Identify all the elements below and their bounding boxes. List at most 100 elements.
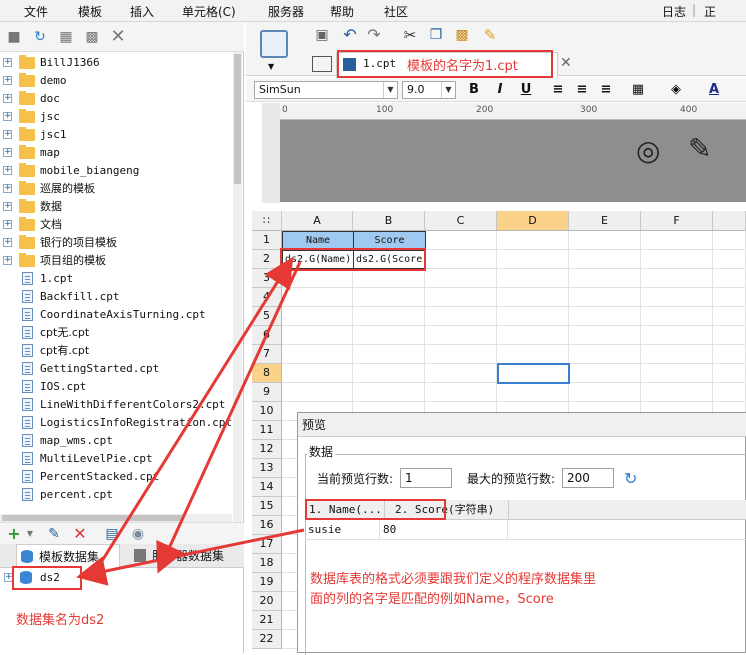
tree-folder[interactable]: + map (0, 144, 232, 162)
tab-server-dataset[interactable]: 服务器数据集 (130, 544, 244, 568)
row-header-9[interactable]: 9 (252, 383, 282, 402)
grid-cell[interactable] (425, 288, 497, 307)
column-header-next[interactable] (713, 211, 746, 231)
tree-file[interactable]: cpt有.cpt (0, 342, 232, 360)
column-header-d[interactable]: D (497, 211, 569, 231)
grid-cell[interactable] (497, 269, 569, 288)
preview-design-icon[interactable] (260, 30, 288, 58)
tree-file[interactable]: cpt无.cpt (0, 324, 232, 342)
row-header-19[interactable]: 19 (252, 573, 282, 592)
copy-icon[interactable]: ❐ (428, 27, 444, 43)
preview-icon[interactable]: ▤ (104, 526, 120, 542)
grid-cell[interactable] (282, 345, 353, 364)
expand-icon[interactable]: + (3, 166, 12, 175)
row-header-12[interactable]: 12 (252, 440, 282, 459)
grid-cell[interactable] (713, 288, 746, 307)
tree-folder[interactable]: + 巡展的模板 (0, 180, 232, 198)
paste-icon[interactable]: ▩ (454, 27, 470, 43)
row-header-6[interactable]: 6 (252, 326, 282, 345)
tree-file[interactable]: LogisticsInfoRegistration.cpt (0, 414, 232, 432)
tree-folder[interactable]: + 项目组的模板 (0, 252, 232, 270)
grid-cell[interactable] (641, 269, 713, 288)
grid-cell[interactable] (282, 364, 353, 383)
font-color-icon[interactable]: A (706, 82, 722, 97)
grid-cell[interactable] (425, 307, 497, 326)
grid-cell[interactable] (282, 288, 353, 307)
column-header-e[interactable]: E (569, 211, 641, 231)
grid-cell[interactable] (569, 269, 641, 288)
row-header-16[interactable]: 16 (252, 516, 282, 535)
grid-cell[interactable] (353, 383, 425, 402)
border-icon[interactable]: ▦ (630, 82, 646, 97)
refresh-icon[interactable]: ↻ (624, 469, 637, 488)
grid-cell[interactable] (569, 307, 641, 326)
align-right-icon[interactable]: ≡ (598, 82, 614, 97)
grid-cell[interactable] (497, 288, 569, 307)
grid-cell[interactable] (425, 250, 497, 269)
menu-community[interactable]: 社区 (384, 3, 408, 20)
grid-cell[interactable] (425, 326, 497, 345)
expand-icon[interactable]: + (3, 130, 12, 139)
grid-cell[interactable] (569, 231, 641, 250)
delete-icon[interactable]: ✕ (72, 526, 88, 542)
tree-folder[interactable]: + 银行的项目模板 (0, 234, 232, 252)
expand-icon[interactable]: + (3, 112, 12, 121)
tree-file[interactable]: MultiLevelPie.cpt (0, 450, 232, 468)
redo-icon[interactable]: ↷ (366, 27, 382, 43)
tree-horizontal-scrollbar[interactable] (0, 514, 232, 522)
grid-cell[interactable] (641, 231, 713, 250)
grid-cell[interactable] (641, 383, 713, 402)
max-rows-input[interactable]: 200 (562, 468, 614, 488)
grid-cell[interactable] (569, 383, 641, 402)
tree-folder[interactable]: + doc (0, 90, 232, 108)
row-header-15[interactable]: 15 (252, 497, 282, 516)
tree-file[interactable]: GettingStarted.cpt (0, 360, 232, 378)
grid-cell[interactable] (353, 269, 425, 288)
grid-icon[interactable] (312, 56, 332, 72)
row-header-7[interactable]: 7 (252, 345, 282, 364)
close-tab-icon[interactable]: ✕ (560, 55, 572, 71)
row-header-8[interactable]: 8 (252, 364, 282, 383)
grid-cell[interactable] (713, 231, 746, 250)
row-header-2[interactable]: 2 (252, 250, 282, 269)
grid-cell[interactable] (713, 307, 746, 326)
expand-icon[interactable]: + (3, 238, 12, 247)
grid-cell[interactable] (641, 307, 713, 326)
expand-icon[interactable]: + (3, 58, 12, 67)
menu-cell[interactable]: 单元格(C) (182, 3, 236, 20)
grid-cell[interactable] (641, 250, 713, 269)
row-header-18[interactable]: 18 (252, 554, 282, 573)
row-header-13[interactable]: 13 (252, 459, 282, 478)
menu-template[interactable]: 模板 (78, 3, 102, 20)
hide-icon[interactable]: ◎ (636, 134, 660, 167)
menu-help[interactable]: 帮助 (330, 3, 354, 20)
align-center-icon[interactable]: ≡ (574, 82, 590, 97)
column-header-b[interactable]: B (353, 211, 425, 231)
grid-cell[interactable] (497, 383, 569, 402)
grid-cell[interactable] (641, 364, 713, 383)
italic-button[interactable]: I (492, 82, 508, 97)
tree-file[interactable]: Backfill.cpt (0, 288, 232, 306)
grid-cell[interactable] (353, 288, 425, 307)
bold-button[interactable]: B (466, 82, 482, 97)
grid-cell[interactable] (497, 326, 569, 345)
grid-cell[interactable] (713, 326, 746, 345)
underline-button[interactable]: U (518, 82, 534, 97)
grid-cell[interactable] (497, 231, 569, 250)
row-header-4[interactable]: 4 (252, 288, 282, 307)
grid-cell[interactable] (425, 345, 497, 364)
row-header-14[interactable]: 14 (252, 478, 282, 497)
menu-file[interactable]: 文件 (24, 3, 48, 20)
row-header-10[interactable]: 10 (252, 402, 282, 421)
grid-cell[interactable] (713, 345, 746, 364)
grid-cell[interactable] (713, 364, 746, 383)
tree-folder[interactable]: + demo (0, 72, 232, 90)
menu-server[interactable]: 服务器 (268, 3, 304, 20)
grid-cell[interactable] (353, 307, 425, 326)
font-size-select[interactable]: 9.0 ▼ (402, 81, 456, 99)
grid-cell[interactable] (713, 383, 746, 402)
tree-file[interactable]: percent.cpt (0, 486, 232, 504)
grid-cell[interactable] (641, 288, 713, 307)
row-header-3[interactable]: 3 (252, 269, 282, 288)
tree-folder[interactable]: + jsc (0, 108, 232, 126)
